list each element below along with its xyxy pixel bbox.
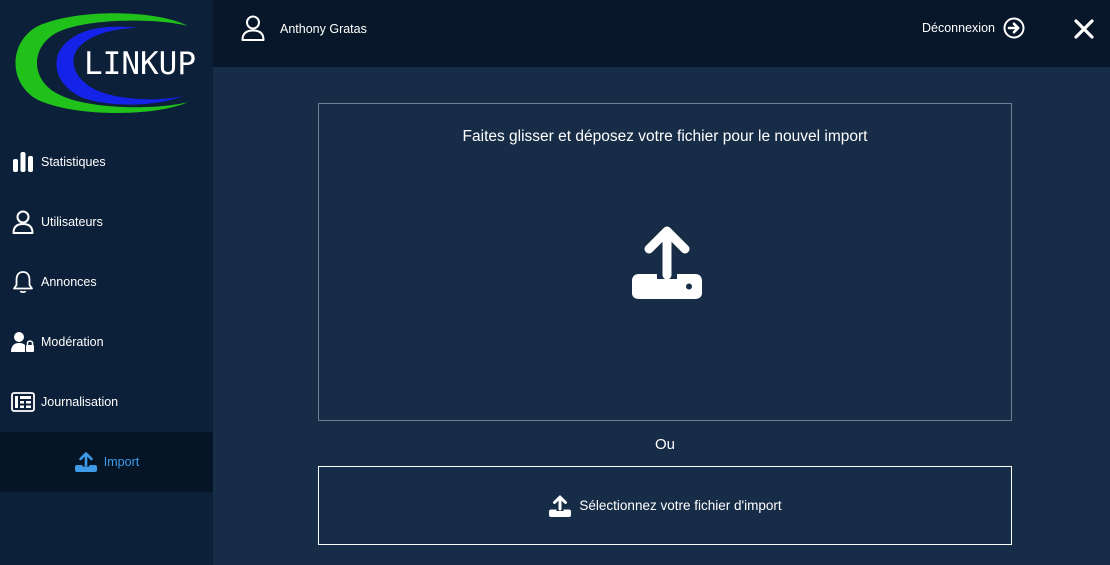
sidebar-item-moderation[interactable]: Modération <box>0 312 213 372</box>
sidebar-item-statistiques[interactable]: Statistiques <box>0 132 213 192</box>
user-lock-icon <box>11 330 35 354</box>
bell-icon <box>11 270 35 294</box>
sidebar-item-journalisation[interactable]: Journalisation <box>0 372 213 432</box>
select-file-label: Sélectionnez votre fichier d'import <box>579 498 782 513</box>
sidebar-item-label: Annonces <box>41 275 97 289</box>
upload-icon <box>548 494 572 518</box>
sidebar-item-label: Statistiques <box>41 155 106 169</box>
linkup-logo[interactable]: LINKUP <box>8 6 208 118</box>
user-icon <box>241 15 265 41</box>
close-icon <box>1074 19 1094 39</box>
close-button[interactable] <box>1073 18 1095 40</box>
sidebar-item-utilisateurs[interactable]: Utilisateurs <box>0 192 213 252</box>
user-name: Anthony Gratas <box>280 22 367 36</box>
arrow-right-circle-icon <box>1003 17 1025 39</box>
dropzone-instructions: Faites glisser et déposez votre fichier … <box>462 128 868 145</box>
sidebar-item-label: Import <box>103 455 140 469</box>
sidebar-item-label: Modération <box>41 335 104 349</box>
upload-icon <box>74 450 98 474</box>
sidebar-item-label: Journalisation <box>41 395 119 409</box>
file-dropzone[interactable]: Faites glisser et déposez votre fichier … <box>318 103 1012 421</box>
bar-chart-icon <box>11 150 35 174</box>
logo-text: LINKUP <box>84 46 196 82</box>
top-header: Anthony Gratas Déconnexion <box>213 0 1110 67</box>
log-icon <box>11 390 35 414</box>
sidebar-item-import[interactable]: Import <box>0 432 213 492</box>
app-root: LINKUP Statistiques Utilisateurs Annonce… <box>0 0 1110 565</box>
user-icon <box>11 210 35 234</box>
sidebar-item-annonces[interactable]: Annonces <box>0 252 213 312</box>
logout-button[interactable]: Déconnexion <box>922 17 1025 39</box>
or-separator: Ou <box>654 436 675 453</box>
sidebar: LINKUP Statistiques Utilisateurs Annonce… <box>0 0 213 565</box>
logout-label: Déconnexion <box>922 21 995 35</box>
upload-icon <box>630 225 704 301</box>
sidebar-item-label: Utilisateurs <box>41 215 103 229</box>
select-file-button[interactable]: Sélectionnez votre fichier d'import <box>318 466 1012 545</box>
